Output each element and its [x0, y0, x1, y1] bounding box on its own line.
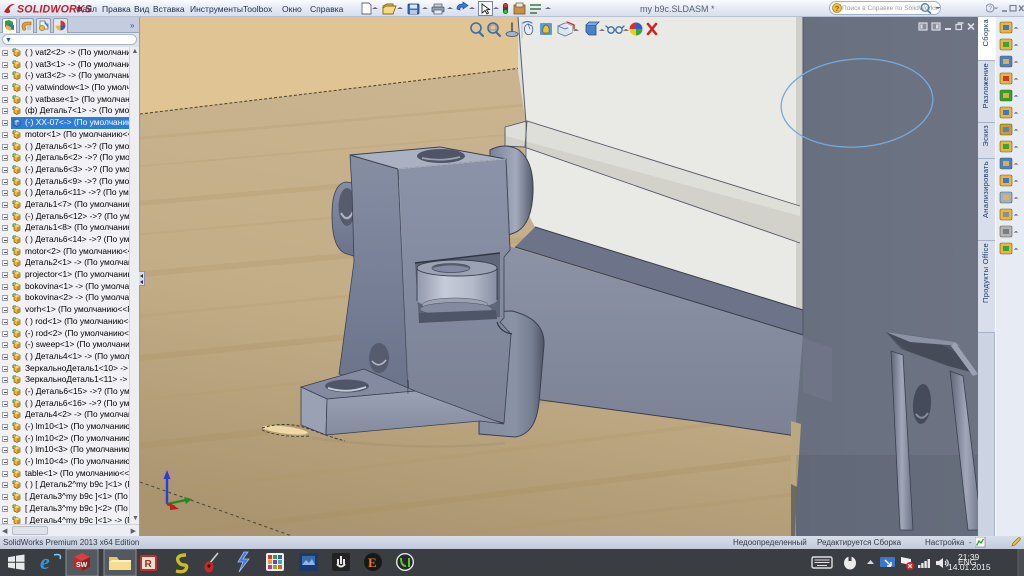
svg-text:14.01.2015: 14.01.2015 — [948, 562, 991, 572]
svg-text:E: E — [368, 555, 377, 570]
svg-text:e: e — [40, 549, 50, 574]
svg-text:?: ? — [835, 4, 840, 13]
svg-text:SW: SW — [76, 562, 88, 569]
svg-text:?: ? — [988, 6, 992, 13]
svg-text:R: R — [145, 559, 153, 570]
svg-text:21:39: 21:39 — [958, 552, 980, 562]
